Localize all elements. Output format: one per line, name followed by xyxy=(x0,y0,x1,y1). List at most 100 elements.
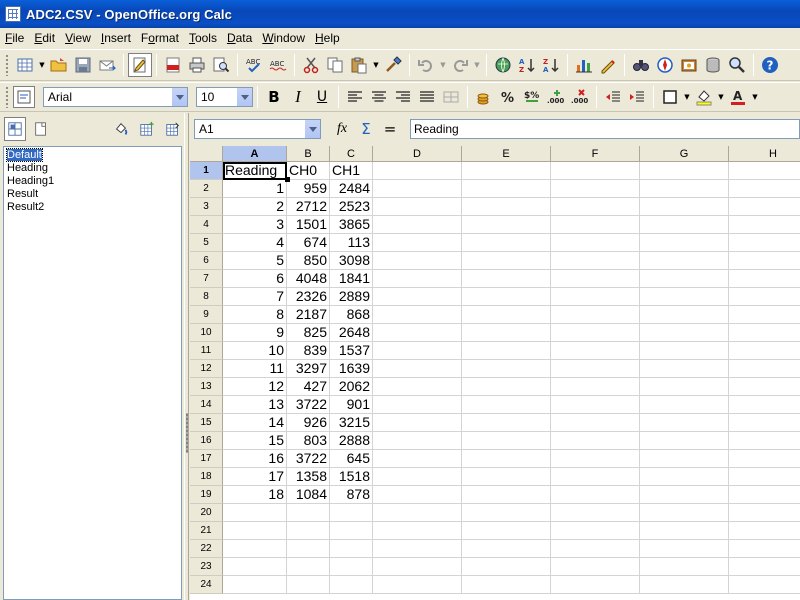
export-pdf-icon[interactable] xyxy=(161,53,185,77)
cell-d13[interactable] xyxy=(373,378,462,396)
cell-a24[interactable] xyxy=(223,576,287,594)
cell-a7[interactable]: 6 xyxy=(223,270,287,288)
sum-button[interactable]: Σ xyxy=(354,118,378,140)
cell-a19[interactable]: 18 xyxy=(223,486,287,504)
save-icon[interactable] xyxy=(71,53,95,77)
function-button[interactable]: = xyxy=(378,118,402,140)
cell-f15[interactable] xyxy=(551,414,640,432)
cell-h11[interactable] xyxy=(729,342,800,360)
add-decimal-icon[interactable]: .000 xyxy=(544,85,568,109)
cell-b21[interactable] xyxy=(287,522,330,540)
spreadsheet-grid[interactable]: ABCDEFGH 1 Reading CH0 CH1 2 1 959 2484 3 2 2712 25… xyxy=(190,146,800,600)
cell-f8[interactable] xyxy=(551,288,640,306)
menu-view[interactable]: View xyxy=(60,28,96,48)
cell-g16[interactable] xyxy=(640,432,729,450)
align-left-icon[interactable] xyxy=(343,85,367,109)
currency-format-icon[interactable] xyxy=(472,85,496,109)
cell-f24[interactable] xyxy=(551,576,640,594)
style-list-item[interactable]: Default xyxy=(4,148,181,162)
cell-e11[interactable] xyxy=(462,342,551,360)
cell-d3[interactable] xyxy=(373,198,462,216)
cell-d17[interactable] xyxy=(373,450,462,468)
sort-ascending-icon[interactable]: AZ xyxy=(515,53,539,77)
cell-e17[interactable] xyxy=(462,450,551,468)
select-all-corner[interactable] xyxy=(190,146,223,162)
cell-g3[interactable] xyxy=(640,198,729,216)
cell-d2[interactable] xyxy=(373,180,462,198)
clone-formatting-icon[interactable] xyxy=(381,53,405,77)
cell-a1[interactable]: Reading xyxy=(223,162,287,180)
cell-a23[interactable] xyxy=(223,558,287,576)
cell-e24[interactable] xyxy=(462,576,551,594)
cell-styles-icon[interactable] xyxy=(4,117,27,141)
cell-b9[interactable]: 2187 xyxy=(287,306,330,324)
style-list-item[interactable]: Result2 xyxy=(4,201,181,214)
function-wizard-button[interactable]: fx xyxy=(330,118,354,140)
cell-f6[interactable] xyxy=(551,252,640,270)
styles-formatting-icon[interactable] xyxy=(13,86,35,108)
cell-g8[interactable] xyxy=(640,288,729,306)
borders-icon[interactable] xyxy=(658,85,682,109)
row-header[interactable]: 20 xyxy=(190,504,223,522)
menu-file[interactable]: File xyxy=(0,28,29,48)
cell-a9[interactable]: 8 xyxy=(223,306,287,324)
cell-h8[interactable] xyxy=(729,288,800,306)
cell-d24[interactable] xyxy=(373,576,462,594)
cell-h16[interactable] xyxy=(729,432,800,450)
cell-h6[interactable] xyxy=(729,252,800,270)
cell-c14[interactable]: 901 xyxy=(330,396,373,414)
cell-f11[interactable] xyxy=(551,342,640,360)
cell-f21[interactable] xyxy=(551,522,640,540)
cell-a16[interactable]: 15 xyxy=(223,432,287,450)
cell-d10[interactable] xyxy=(373,324,462,342)
cell-f19[interactable] xyxy=(551,486,640,504)
cell-g13[interactable] xyxy=(640,378,729,396)
cell-c4[interactable]: 3865 xyxy=(330,216,373,234)
cell-f17[interactable] xyxy=(551,450,640,468)
row-header[interactable]: 1 xyxy=(190,162,223,180)
cell-f14[interactable] xyxy=(551,396,640,414)
cell-f10[interactable] xyxy=(551,324,640,342)
font-color-icon[interactable]: A xyxy=(726,85,750,109)
cell-f23[interactable] xyxy=(551,558,640,576)
row-header[interactable]: 3 xyxy=(190,198,223,216)
cell-b4[interactable]: 1501 xyxy=(287,216,330,234)
cell-b15[interactable]: 926 xyxy=(287,414,330,432)
cell-c11[interactable]: 1537 xyxy=(330,342,373,360)
menu-window[interactable]: Window xyxy=(257,28,310,48)
redo-icon[interactable] xyxy=(448,53,472,77)
background-color-dropdown-icon[interactable]: ▼ xyxy=(716,85,726,109)
cell-g22[interactable] xyxy=(640,540,729,558)
cell-e18[interactable] xyxy=(462,468,551,486)
cell-d14[interactable] xyxy=(373,396,462,414)
background-color-icon[interactable] xyxy=(692,85,716,109)
cell-b12[interactable]: 3297 xyxy=(287,360,330,378)
cell-b14[interactable]: 3722 xyxy=(287,396,330,414)
column-header-g[interactable]: G xyxy=(640,146,729,162)
zoom-icon[interactable] xyxy=(725,53,749,77)
cell-h21[interactable] xyxy=(729,522,800,540)
column-header-d[interactable]: D xyxy=(373,146,462,162)
cell-c24[interactable] xyxy=(330,576,373,594)
cell-b24[interactable] xyxy=(287,576,330,594)
cell-h15[interactable] xyxy=(729,414,800,432)
cell-f22[interactable] xyxy=(551,540,640,558)
cell-d9[interactable] xyxy=(373,306,462,324)
cell-e19[interactable] xyxy=(462,486,551,504)
cell-h23[interactable] xyxy=(729,558,800,576)
row-header[interactable]: 21 xyxy=(190,522,223,540)
cell-d8[interactable] xyxy=(373,288,462,306)
cell-e20[interactable] xyxy=(462,504,551,522)
cell-f16[interactable] xyxy=(551,432,640,450)
cell-e6[interactable] xyxy=(462,252,551,270)
page-styles-icon[interactable] xyxy=(30,117,52,141)
cell-g5[interactable] xyxy=(640,234,729,252)
cell-a11[interactable]: 10 xyxy=(223,342,287,360)
cell-b11[interactable]: 839 xyxy=(287,342,330,360)
cell-d16[interactable] xyxy=(373,432,462,450)
cell-h10[interactable] xyxy=(729,324,800,342)
row-header[interactable]: 10 xyxy=(190,324,223,342)
navigator-icon[interactable] xyxy=(653,53,677,77)
cell-c16[interactable]: 2888 xyxy=(330,432,373,450)
toolbar-grip[interactable] xyxy=(5,54,9,76)
